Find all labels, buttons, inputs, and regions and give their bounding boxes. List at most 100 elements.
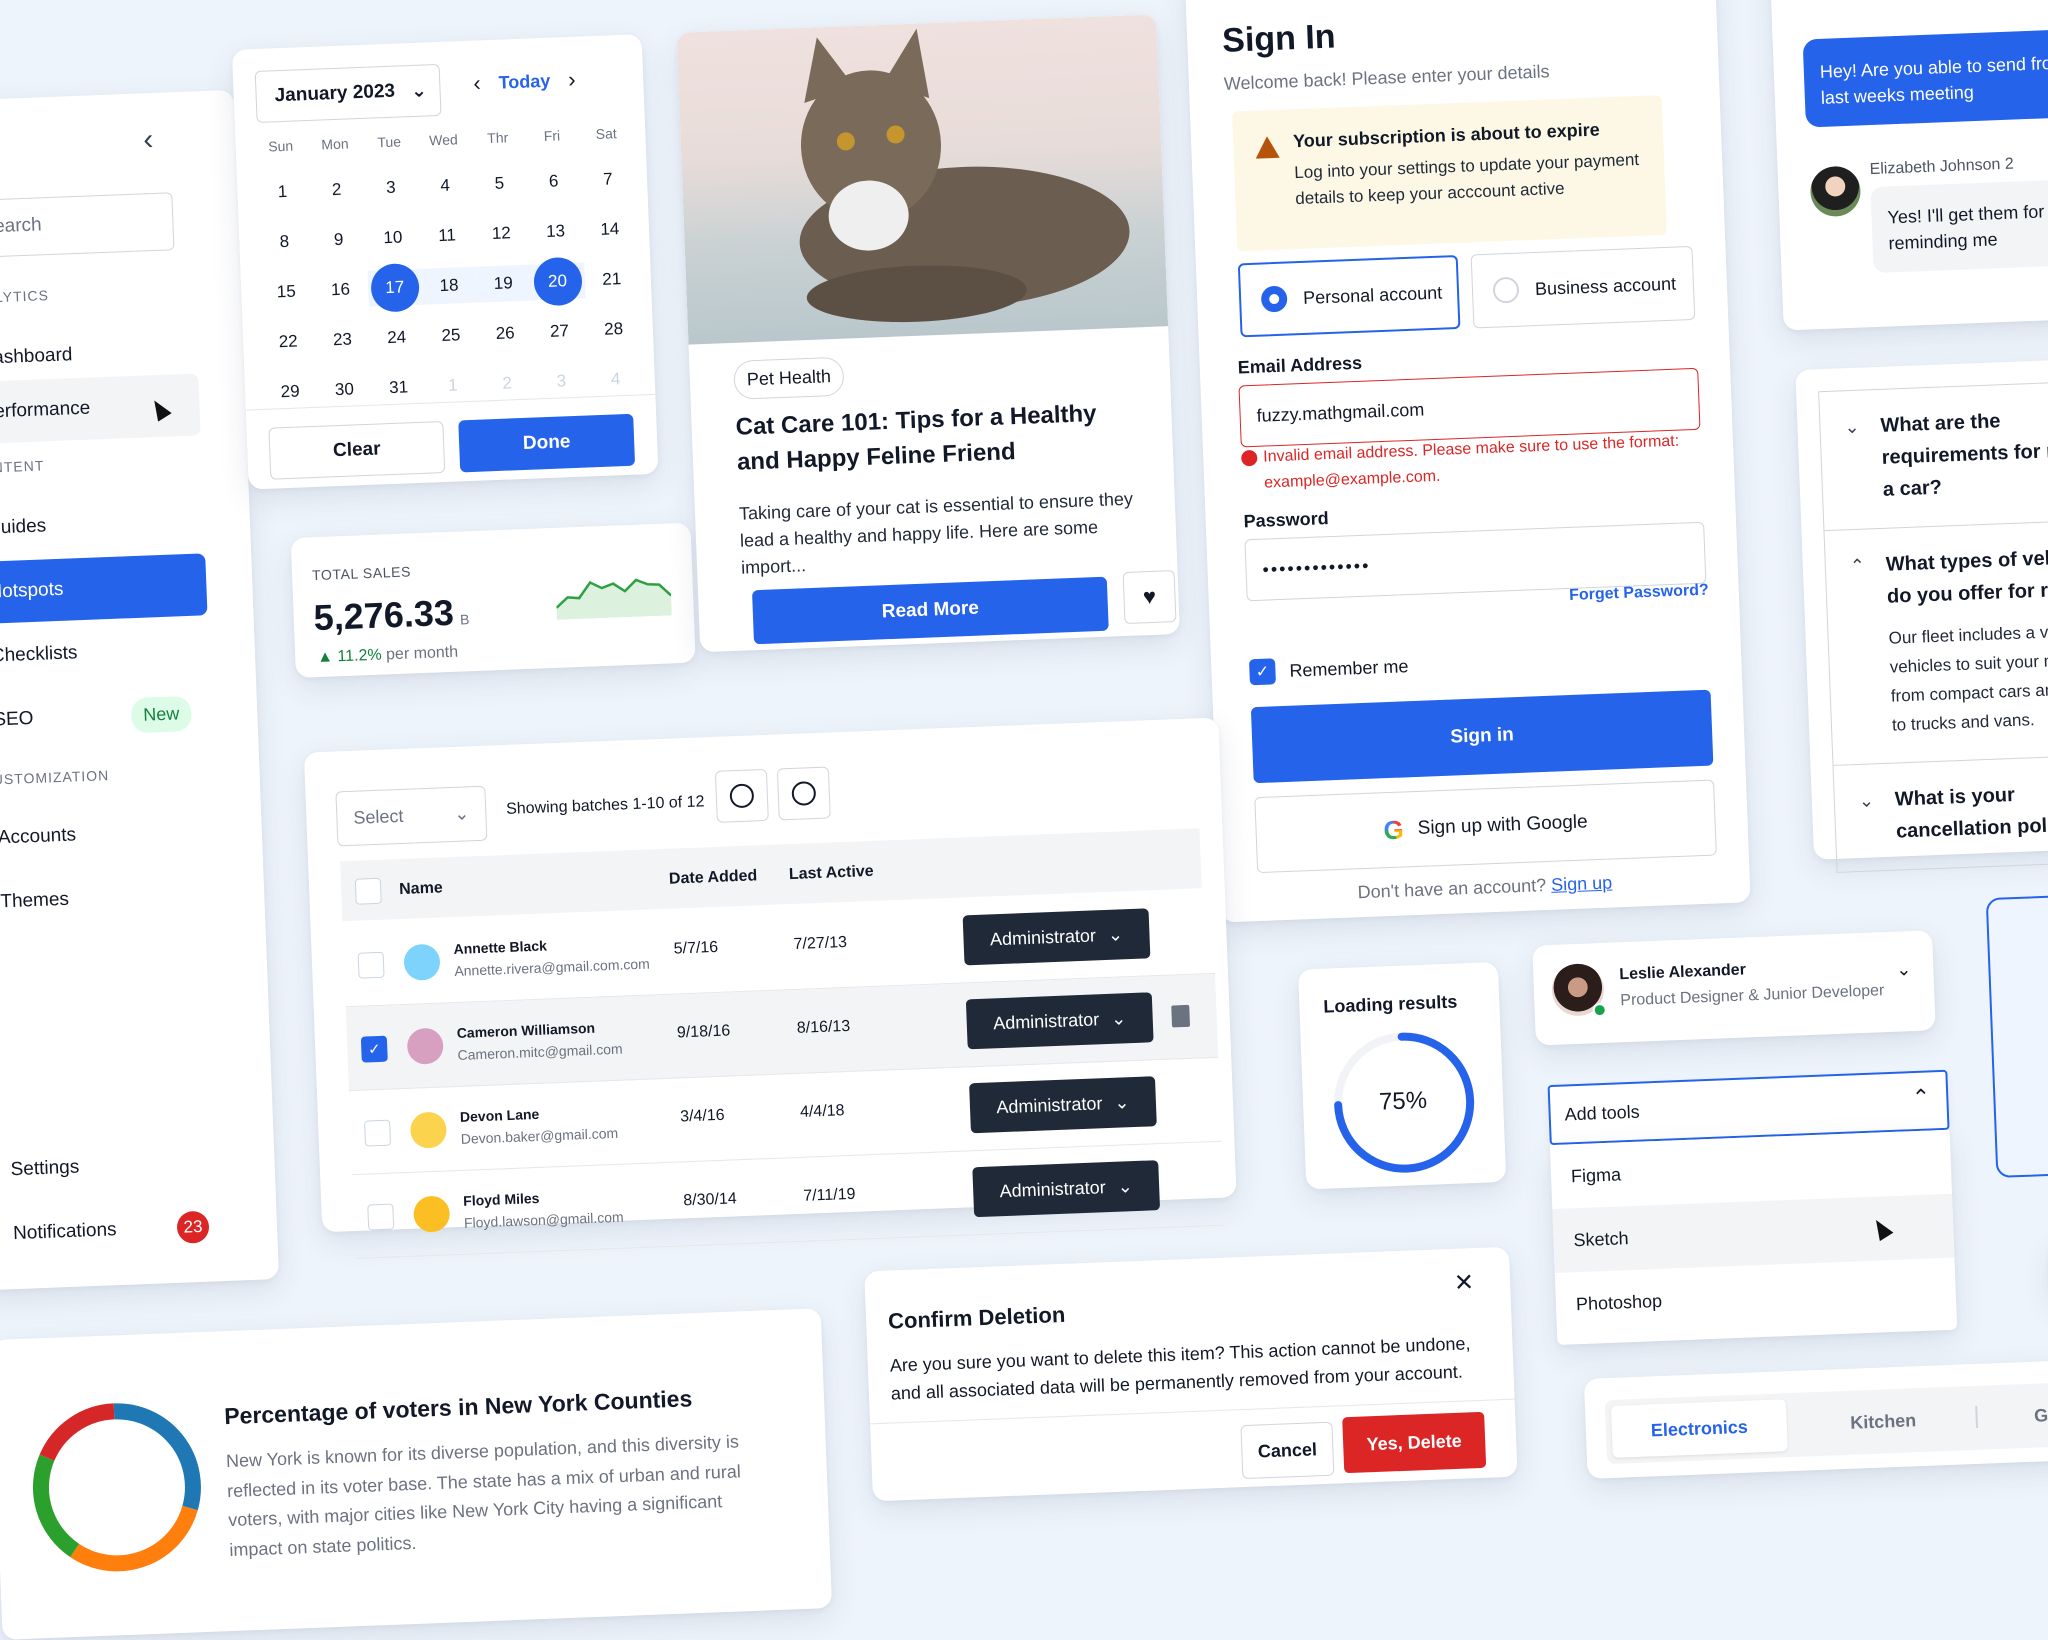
sidebar-item-accounts[interactable]: Accounts (0, 799, 217, 870)
calendar-day[interactable]: 19 (475, 264, 532, 303)
sidebar-item-checklists[interactable]: Checklists (0, 617, 210, 688)
user-name: Devon Lane (459, 1105, 540, 1125)
role-dropdown[interactable]: Administrator ⌄ (972, 1160, 1161, 1218)
role-dropdown[interactable]: Administrator ⌄ (962, 908, 1151, 966)
calendar-day[interactable]: 31 (371, 369, 427, 407)
calendar-day[interactable]: 2 (309, 171, 365, 209)
calendar-day[interactable]: 8 (257, 223, 313, 261)
calendar-day[interactable]: 30 (317, 371, 373, 409)
calendar-day[interactable]: 18 (421, 266, 477, 305)
role-dropdown[interactable]: Administrator ⌄ (969, 1076, 1157, 1134)
calendar-day[interactable]: 10 (365, 219, 421, 257)
calendar-day[interactable]: 25 (423, 317, 479, 355)
email-label: Email Address (1237, 352, 1363, 378)
category-tag[interactable]: Pet Health (733, 356, 845, 400)
calendar-day[interactable]: 5 (472, 165, 528, 203)
sign-up-link[interactable]: Sign up (1551, 873, 1613, 895)
sidebar-item-themes[interactable]: Themes (0, 863, 219, 934)
next-month-icon[interactable]: › (568, 67, 576, 93)
users-table: Select ⌄ Showing batches 1-10 of 12 Name … (303, 717, 1237, 1260)
today-button[interactable]: Today (498, 70, 550, 93)
prev-page-button[interactable] (714, 768, 769, 823)
calendar-day[interactable]: 20 (529, 256, 586, 307)
calendar-day[interactable]: 21 (584, 260, 640, 298)
sidebar-item-hotspots[interactable]: Hotspots (0, 553, 208, 625)
close-icon[interactable]: ✕ (1453, 1268, 1474, 1298)
google-sign-up-button[interactable]: G Sign up with Google (1254, 779, 1717, 874)
select-all-checkbox[interactable] (354, 877, 382, 905)
sidebar-item-label: Settings (10, 1156, 80, 1181)
calendar-day[interactable]: 29 (262, 373, 318, 411)
collapse-chevron-icon[interactable]: ‹ (143, 123, 154, 157)
calendar-day[interactable]: 12 (474, 215, 530, 253)
tab-garden[interactable]: Garden (1985, 1385, 2048, 1443)
clear-button[interactable]: Clear (268, 421, 446, 480)
column-header-name[interactable]: Name (399, 879, 443, 899)
sidebar-item-notifications[interactable]: Notifications 23 (0, 1195, 232, 1266)
sidebar-search-input[interactable]: Search (0, 192, 175, 259)
calendar-day-next-month[interactable]: 4 (588, 360, 644, 398)
calendar-day[interactable]: 24 (369, 319, 425, 357)
calendar-day[interactable]: 7 (580, 161, 636, 199)
personal-account-radio[interactable]: Personal account (1237, 254, 1461, 338)
confirm-delete-button[interactable]: Yes, Delete (1342, 1411, 1487, 1474)
calendar-day[interactable]: 17 (366, 262, 423, 313)
chevron-down-icon[interactable]: ⌄ (1896, 959, 1912, 981)
calendar-day[interactable]: 14 (582, 210, 638, 248)
calendar-day-next-month[interactable]: 1 (425, 367, 481, 405)
online-status-dot (1592, 1002, 1607, 1018)
bulk-select-dropdown[interactable]: Select ⌄ (335, 785, 488, 847)
read-more-button[interactable]: Read More (751, 576, 1109, 645)
remember-me-checkbox[interactable]: ✓ Remember me (1248, 653, 1409, 686)
cancel-button[interactable]: Cancel (1240, 1421, 1335, 1480)
calendar-day[interactable]: 22 (260, 323, 316, 361)
row-checkbox[interactable] (367, 1203, 395, 1231)
profile-card[interactable]: Leslie Alexander Product Designer & Juni… (1532, 930, 1936, 1046)
remember-me-label: Remember me (1289, 655, 1409, 681)
favorite-button[interactable]: ♥ (1122, 570, 1177, 625)
row-checkbox[interactable] (364, 1119, 392, 1147)
calendar-day[interactable]: 1 (255, 173, 311, 211)
calendar-day[interactable]: 3 (363, 169, 419, 207)
pagination-text: Showing batches 1-10 of 12 (505, 793, 705, 818)
sidebar-item-seo[interactable]: SEO New (0, 681, 212, 752)
month-select[interactable]: January 2023 ⌄ (254, 63, 442, 123)
trash-icon[interactable] (1171, 1004, 1191, 1028)
calendar-day-next-month[interactable]: 3 (534, 362, 590, 400)
calendar-day-next-month[interactable]: 2 (479, 365, 535, 403)
column-header-last-active[interactable]: Last Active (789, 863, 874, 884)
faq-item[interactable]: ⌄ What are the requirements for renting a… (1819, 380, 2048, 532)
next-page-button[interactable] (776, 766, 831, 821)
calendar-day[interactable]: 28 (586, 310, 642, 348)
calendar-day[interactable]: 13 (528, 213, 584, 251)
calendar-day[interactable]: 16 (313, 271, 369, 309)
calendar-day[interactable]: 4 (417, 167, 473, 205)
calendar-day[interactable]: 9 (311, 221, 367, 259)
calendar-day[interactable]: 11 (419, 217, 475, 255)
day-number: 15 (276, 281, 297, 302)
prev-month-icon[interactable]: ‹ (473, 70, 481, 96)
cat-illustration (799, 28, 1130, 323)
row-checkbox[interactable]: ✓ (360, 1035, 388, 1063)
faq-item[interactable]: ⌄ What is your cancellation policy? (1834, 754, 2048, 871)
calendar-day[interactable]: 27 (532, 312, 588, 350)
voters-donut-chart (32, 1403, 201, 1572)
sign-in-button[interactable]: Sign in (1250, 689, 1714, 784)
sidebar-item-performance[interactable]: Performance (0, 373, 201, 445)
calendar-day[interactable]: 26 (477, 315, 533, 353)
calendar-day[interactable]: 23 (315, 321, 371, 359)
sidebar-item-settings[interactable]: Settings (0, 1131, 230, 1202)
tab-kitchen[interactable]: Kitchen (1795, 1392, 1972, 1451)
role-label: Administrator (992, 1008, 1100, 1033)
calendar-day[interactable]: 6 (526, 163, 582, 201)
faq-item-expanded[interactable]: ⌃ What types of vehicles do you offer for… (1824, 519, 2048, 766)
tab-electronics[interactable]: Electronics (1610, 1399, 1788, 1458)
sidebar-item-guides[interactable]: Guides (0, 489, 205, 560)
selected-card[interactable] (1985, 893, 2048, 1178)
column-header-date-added[interactable]: Date Added (669, 867, 758, 888)
calendar-day[interactable]: 15 (259, 273, 315, 311)
role-dropdown[interactable]: Administrator ⌄ (965, 992, 1154, 1050)
business-account-radio[interactable]: Business account (1470, 245, 1696, 329)
done-button[interactable]: Done (458, 413, 636, 473)
row-checkbox[interactable] (357, 951, 385, 979)
